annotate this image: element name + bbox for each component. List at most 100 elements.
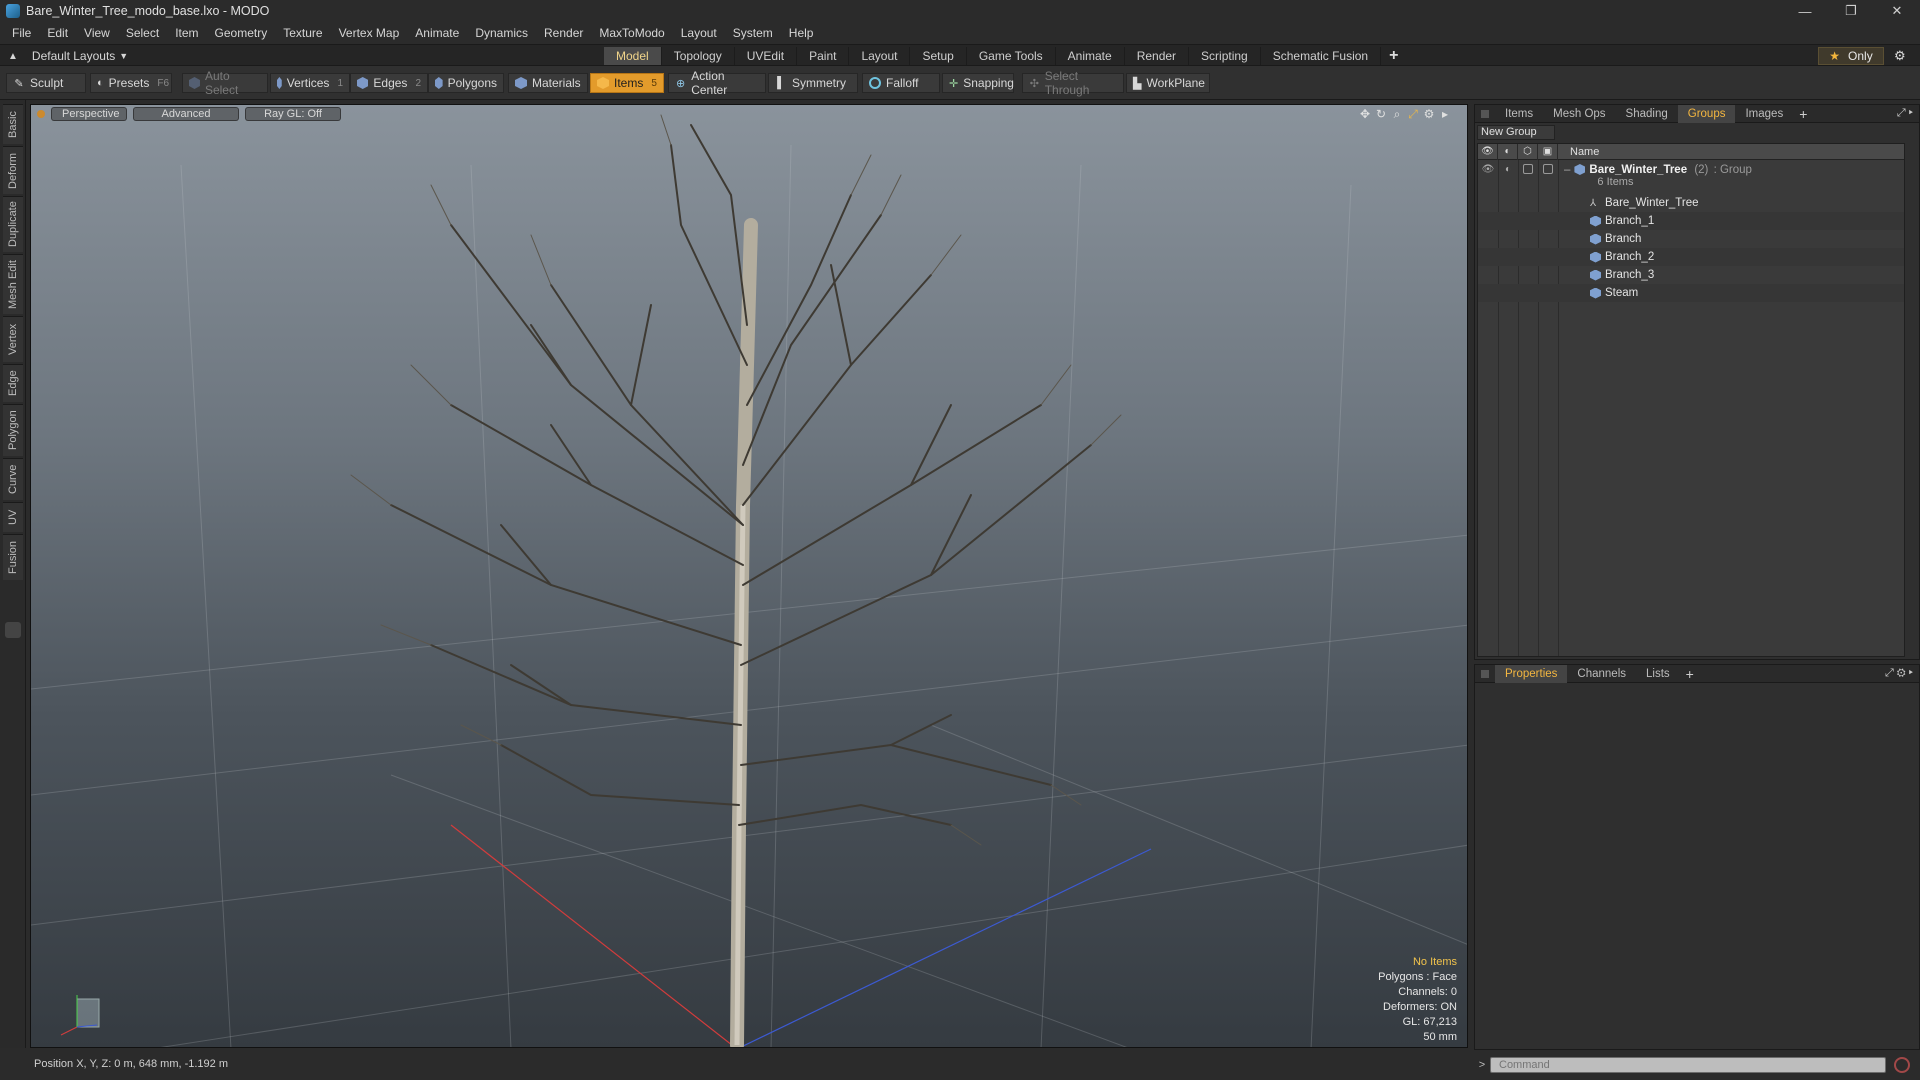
tab-items[interactable]: Items bbox=[1495, 105, 1543, 123]
tab-properties[interactable]: Properties bbox=[1495, 664, 1568, 683]
tab-groups[interactable]: Groups bbox=[1677, 104, 1736, 123]
polygons-button[interactable]: Polygons bbox=[428, 73, 504, 93]
vtab-deform[interactable]: Deform bbox=[3, 146, 23, 194]
menu-system[interactable]: System bbox=[725, 26, 781, 40]
vertices-button[interactable]: Vertices 1 bbox=[270, 73, 350, 93]
tab-images[interactable]: Images bbox=[1735, 105, 1793, 123]
select-checkbox[interactable] bbox=[1543, 164, 1553, 174]
menu-help[interactable]: Help bbox=[781, 26, 822, 40]
menu-texture[interactable]: Texture bbox=[275, 26, 330, 40]
edges-button[interactable]: Edges 2 bbox=[350, 73, 428, 93]
menu-item[interactable]: Item bbox=[167, 26, 206, 40]
menu-layout[interactable]: Layout bbox=[673, 26, 725, 40]
vtab-duplicate[interactable]: Duplicate bbox=[3, 196, 23, 252]
tab-scripting[interactable]: Scripting bbox=[1189, 47, 1261, 65]
command-history-icon[interactable]: > bbox=[1474, 1059, 1490, 1071]
menu-select[interactable]: Select bbox=[118, 26, 167, 40]
panel-menu-icon[interactable] bbox=[1481, 109, 1489, 118]
menu-dynamics[interactable]: Dynamics bbox=[467, 26, 536, 40]
name-column-header[interactable]: Name bbox=[1558, 146, 1599, 158]
select-column-icon[interactable]: ▣ bbox=[1538, 143, 1558, 160]
tab-topology[interactable]: Topology bbox=[662, 47, 735, 65]
tab-game-tools[interactable]: Game Tools bbox=[967, 47, 1056, 65]
symmetry-button[interactable]: ▌ Symmetry bbox=[768, 73, 858, 93]
collapse-up-icon[interactable]: ▲ bbox=[8, 51, 18, 62]
materials-button[interactable]: Materials bbox=[508, 73, 588, 93]
tree-item-branch-2[interactable]: Branch_2 bbox=[1478, 248, 1904, 266]
visibility-eye-icon[interactable]: 👁 bbox=[1478, 164, 1498, 175]
menu-geometry[interactable]: Geometry bbox=[207, 26, 276, 40]
tab-schematic-fusion[interactable]: Schematic Fusion bbox=[1261, 47, 1382, 65]
tree-item-steam[interactable]: Steam bbox=[1478, 284, 1904, 302]
maximize-icon[interactable]: ⤢ bbox=[1405, 107, 1421, 121]
tab-lists[interactable]: Lists bbox=[1636, 665, 1680, 683]
view-type-dropdown[interactable]: Perspective bbox=[51, 107, 127, 121]
action-center-button[interactable]: ⊕ Action Center bbox=[668, 69, 766, 97]
tree-item-branch[interactable]: Branch bbox=[1478, 230, 1904, 248]
layouts-dropdown[interactable]: ▲ Default Layouts ▼ bbox=[8, 48, 128, 64]
render-toggle-icon[interactable]: ◐ bbox=[1498, 164, 1518, 175]
menu-edit[interactable]: Edit bbox=[39, 26, 76, 40]
tab-mesh-ops[interactable]: Mesh Ops bbox=[1543, 105, 1615, 123]
render-column-icon[interactable]: ◐ bbox=[1498, 143, 1518, 160]
vtab-uv[interactable]: UV bbox=[3, 502, 23, 532]
menu-vertex-map[interactable]: Vertex Map bbox=[331, 26, 408, 40]
viewport-menu-icon[interactable] bbox=[37, 110, 45, 118]
menu-view[interactable]: View bbox=[76, 26, 118, 40]
minimize-button[interactable]: — bbox=[1782, 0, 1828, 22]
record-macro-icon[interactable] bbox=[1894, 1057, 1910, 1073]
menu-file[interactable]: File bbox=[4, 26, 39, 40]
toolbox-toggle-button[interactable] bbox=[5, 622, 21, 638]
snapping-button[interactable]: ✛ Snapping bbox=[942, 73, 1014, 93]
panel-expand-icon[interactable]: ⤢ ▸ bbox=[1897, 107, 1913, 120]
tab-animate[interactable]: Animate bbox=[1056, 47, 1125, 65]
rotate-icon[interactable]: ↻ bbox=[1373, 107, 1389, 121]
lock-checkbox[interactable] bbox=[1523, 164, 1533, 174]
tab-channels[interactable]: Channels bbox=[1567, 665, 1636, 683]
lock-column-icon[interactable]: ⬡ bbox=[1518, 143, 1538, 160]
tab-uvedit[interactable]: UVEdit bbox=[735, 47, 798, 65]
add-panel-tab-button[interactable]: + bbox=[1680, 666, 1700, 682]
panel-expand-icon[interactable]: ⤢ ⚙ ▸ bbox=[1885, 667, 1913, 680]
close-button[interactable]: ✕ bbox=[1874, 0, 1920, 22]
vtab-vertex[interactable]: Vertex bbox=[3, 316, 23, 362]
command-input[interactable] bbox=[1490, 1057, 1886, 1073]
panel-menu-icon[interactable] bbox=[1481, 669, 1489, 678]
menu-animate[interactable]: Animate bbox=[407, 26, 467, 40]
visibility-column-icon[interactable]: 👁 bbox=[1478, 143, 1498, 160]
vtab-basic[interactable]: Basic bbox=[3, 104, 23, 144]
viewport-settings-icon[interactable]: ⚙ bbox=[1421, 107, 1437, 121]
tab-shading[interactable]: Shading bbox=[1616, 105, 1678, 123]
tree-item-bare-winter-tree[interactable]: ⅄ Bare_Winter_Tree bbox=[1478, 194, 1904, 212]
restore-button[interactable]: ❐ bbox=[1828, 0, 1874, 22]
gear-icon[interactable]: ⚙ bbox=[1894, 48, 1906, 64]
workplane-button[interactable]: ▙ WorkPlane bbox=[1126, 73, 1210, 93]
vtab-fusion[interactable]: Fusion bbox=[3, 534, 23, 580]
menu-render[interactable]: Render bbox=[536, 26, 591, 40]
shading-style-dropdown[interactable]: Advanced bbox=[133, 107, 239, 121]
presets-button[interactable]: ◐ Presets F6 bbox=[90, 73, 172, 93]
tree-item-branch-1[interactable]: Branch_1 bbox=[1478, 212, 1904, 230]
add-panel-tab-button[interactable]: + bbox=[1793, 106, 1813, 122]
tab-paint[interactable]: Paint bbox=[797, 47, 850, 65]
vtab-edge[interactable]: Edge bbox=[3, 364, 23, 402]
only-toggle-button[interactable]: ★ Only bbox=[1818, 47, 1884, 65]
raygl-toggle[interactable]: Ray GL: Off bbox=[245, 107, 341, 121]
new-group-button[interactable]: New Group bbox=[1477, 125, 1555, 140]
group-row[interactable]: 👁 ◐ – Bare_Winter_Tree (2) : Group 6 Ite… bbox=[1478, 162, 1904, 192]
zoom-icon[interactable]: ⌕ bbox=[1389, 107, 1405, 121]
tab-render[interactable]: Render bbox=[1125, 47, 1190, 65]
items-button[interactable]: Items 5 bbox=[590, 73, 664, 93]
tab-model[interactable]: Model bbox=[604, 47, 662, 65]
sculpt-button[interactable]: ✎ Sculpt bbox=[6, 73, 86, 93]
tab-setup[interactable]: Setup bbox=[910, 47, 967, 65]
tree-item-branch-3[interactable]: Branch_3 bbox=[1478, 266, 1904, 284]
collapse-icon[interactable]: – bbox=[1564, 164, 1570, 176]
vtab-mesh-edit[interactable]: Mesh Edit bbox=[3, 254, 23, 314]
vtab-curve[interactable]: Curve bbox=[3, 458, 23, 500]
tab-layout[interactable]: Layout bbox=[849, 47, 911, 65]
falloff-button[interactable]: Falloff bbox=[862, 73, 940, 93]
pan-icon[interactable]: ✥ bbox=[1357, 107, 1373, 121]
chevron-right-icon[interactable]: ▸ bbox=[1437, 107, 1453, 121]
auto-select-button[interactable]: Auto Select bbox=[182, 69, 268, 97]
